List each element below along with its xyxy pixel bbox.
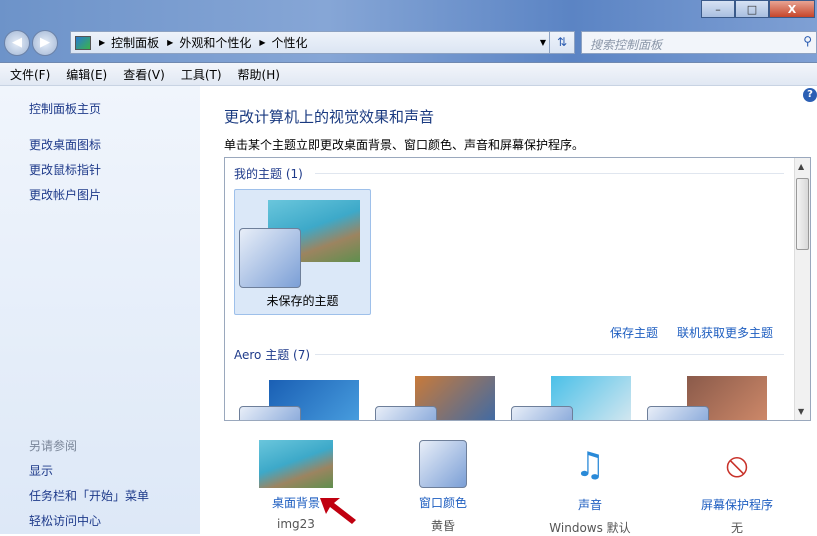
maximize-button[interactable]: □ — [735, 0, 769, 18]
menu-bar: 文件(F) 编辑(E) 查看(V) 工具(T) 帮助(H) — [0, 62, 817, 86]
window-color-value: 黄昏 — [430, 519, 455, 533]
window-color-swatch — [239, 228, 301, 288]
back-button[interactable]: ◀ — [4, 30, 30, 56]
sound-icon: ♫ — [574, 445, 606, 485]
sidebar-link-desktop-icons[interactable]: 更改桌面图标 — [29, 136, 101, 153]
sounds-value: Windows 默认 — [549, 521, 631, 535]
theme-landscapes[interactable] — [647, 376, 767, 420]
see-also-heading: 另请参阅 — [29, 439, 78, 453]
menu-view[interactable]: 查看(V) — [123, 66, 165, 83]
window-color-icon — [419, 440, 467, 488]
address-bar[interactable]: ▶ 控制面板 ▶ 外观和个性化 ▶ 个性化 ▼ ⇅ — [70, 31, 575, 54]
red-arrow-annotation — [320, 498, 356, 524]
sidebar-link-display[interactable]: 显示 — [29, 462, 53, 479]
breadcrumb-item[interactable]: 控制面板 — [111, 34, 159, 51]
control-panel-icon — [75, 35, 91, 50]
sounds-item[interactable]: ♫ 声音 Windows 默认 — [520, 440, 660, 536]
menu-edit[interactable]: 编辑(E) — [66, 66, 107, 83]
screensaver-item[interactable]: ⦸ 屏幕保护程序 无 — [667, 440, 807, 536]
breadcrumb-item[interactable]: 个性化 — [272, 34, 308, 51]
sidebar-link-home[interactable]: 控制面板主页 — [29, 100, 101, 117]
screensaver-link[interactable]: 屏幕保护程序 — [667, 496, 807, 513]
my-themes-heading: 我的主题 (1) — [234, 167, 303, 181]
theme-unsaved[interactable]: 未保存的主题 — [234, 189, 371, 315]
help-icon[interactable]: ? — [803, 88, 817, 102]
window-color-link[interactable]: 窗口颜色 — [373, 494, 513, 511]
breadcrumb-item[interactable]: 外观和个性化 — [179, 34, 251, 51]
page-title: 更改计算机上的视觉效果和声音 — [224, 108, 435, 126]
sidebar-link-ease-of-access[interactable]: 轻松访问中心 — [29, 512, 101, 529]
theme-characters[interactable] — [511, 376, 631, 420]
window-color-item[interactable]: 窗口颜色 黄昏 — [373, 440, 513, 534]
title-bar: – □ X ◀ ▶ ▶ 控制面板 ▶ 外观和个性化 ▶ 个性化 ▼ ⇅ 搜索控制面板 ⚲ — [0, 0, 817, 62]
sidebar-link-account-picture[interactable]: 更改帐户图片 — [29, 186, 101, 203]
refresh-button[interactable]: ⇅ — [549, 32, 574, 53]
aero-themes-heading: Aero 主题 (7) — [234, 348, 311, 362]
menu-help[interactable]: 帮助(H) — [238, 66, 280, 83]
sidebar-link-mouse-pointer[interactable]: 更改鼠标指针 — [29, 161, 101, 178]
wallpaper-icon — [259, 440, 333, 488]
close-button[interactable]: X — [769, 0, 815, 18]
sounds-link[interactable]: 声音 — [520, 496, 660, 513]
menu-tools[interactable]: 工具(T) — [181, 66, 222, 83]
save-theme-link[interactable]: 保存主题 — [610, 324, 658, 341]
menu-file[interactable]: 文件(F) — [10, 66, 50, 83]
screensaver-value: 无 — [730, 521, 743, 535]
forward-button[interactable]: ▶ — [32, 30, 58, 56]
theme-label: 未保存的主题 — [266, 294, 339, 308]
minimize-button[interactable]: – — [701, 0, 735, 18]
search-input[interactable]: 搜索控制面板 ⚲ — [581, 31, 817, 54]
search-icon[interactable]: ⚲ — [803, 34, 812, 48]
sidebar-link-taskbar[interactable]: 任务栏和「开始」菜单 — [29, 487, 149, 504]
page-subtitle: 单击某个主题立即更改桌面背景、窗口颜色、声音和屏幕保护程序。 — [224, 138, 585, 152]
theme-list: 我的主题 (1) 未保存的主题 保存主题 联机获取更多主题 Aero 主题 (7… — [224, 157, 811, 421]
theme-architecture[interactable] — [375, 376, 495, 420]
screensaver-icon: ⦸ — [725, 445, 749, 485]
chevron-down-icon[interactable]: ▼ — [540, 38, 546, 47]
theme-windows7[interactable] — [239, 376, 359, 420]
scrollbar[interactable]: ▲ ▼ — [794, 158, 810, 420]
sidebar: 控制面板主页 更改桌面图标 更改鼠标指针 更改帐户图片 另请参阅 显示 任务栏和… — [0, 86, 200, 534]
get-more-themes-link[interactable]: 联机获取更多主题 — [677, 324, 773, 341]
